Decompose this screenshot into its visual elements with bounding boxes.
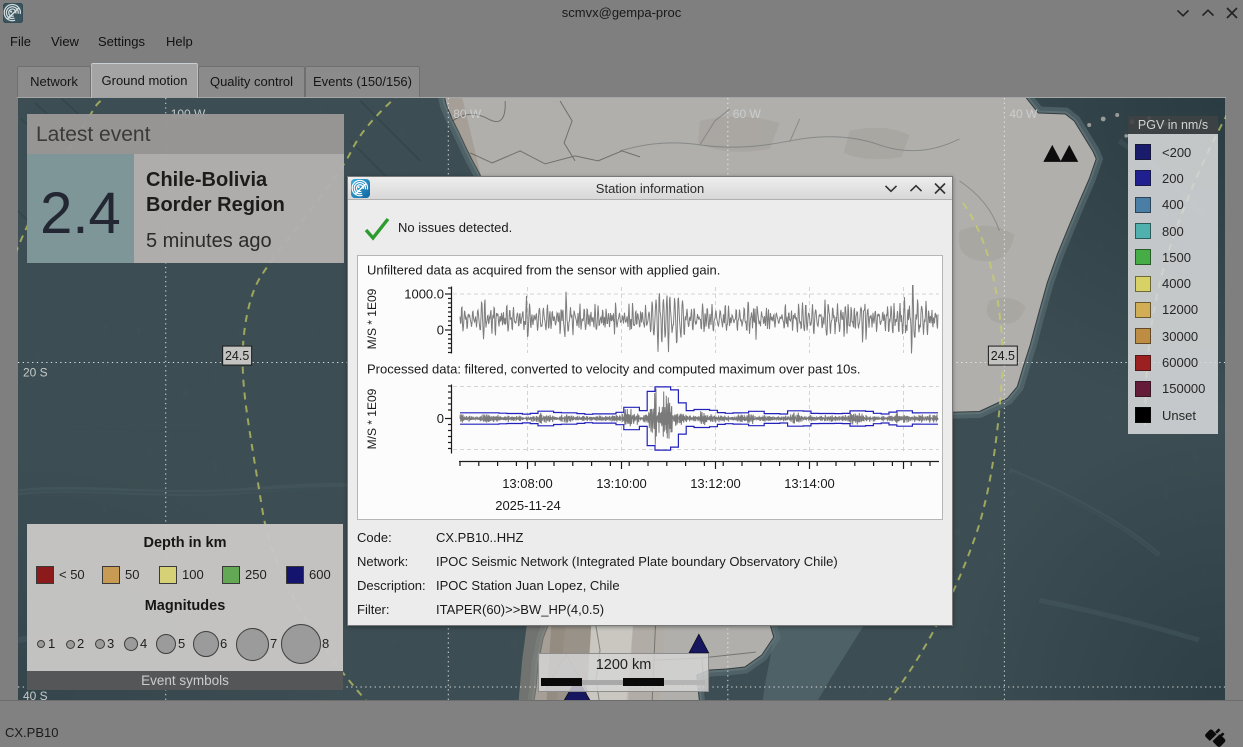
svg-text:80 W: 80 W: [453, 107, 482, 121]
svg-text:24.5: 24.5: [991, 349, 1015, 363]
svg-text:0: 0: [437, 323, 444, 338]
svg-text:24.5: 24.5: [225, 349, 249, 363]
svg-text:40 S: 40 S: [23, 689, 48, 700]
svg-text:2025-11-24: 2025-11-24: [495, 498, 561, 513]
svg-text:Processed data: filtered, conv: Processed data: filtered, converted to v…: [367, 362, 861, 377]
svg-text:13:14:00: 13:14:00: [784, 476, 835, 491]
svg-text:13:10:00: 13:10:00: [596, 476, 647, 491]
svg-text:1000.0: 1000.0: [404, 287, 444, 302]
svg-text:13:08:00: 13:08:00: [502, 476, 553, 491]
svg-text:M/S * 1E09: M/S * 1E09: [365, 288, 379, 349]
svg-text:40 W: 40 W: [1009, 107, 1038, 121]
svg-text:Unfiltered data as acquired fr: Unfiltered data as acquired from the sen…: [367, 263, 720, 278]
svg-text:60 W: 60 W: [733, 107, 762, 121]
svg-text:20 S: 20 S: [23, 366, 48, 380]
svg-text:M/S * 1E09: M/S * 1E09: [365, 388, 379, 449]
svg-text:0: 0: [437, 411, 444, 426]
svg-text:13:12:00: 13:12:00: [690, 476, 741, 491]
